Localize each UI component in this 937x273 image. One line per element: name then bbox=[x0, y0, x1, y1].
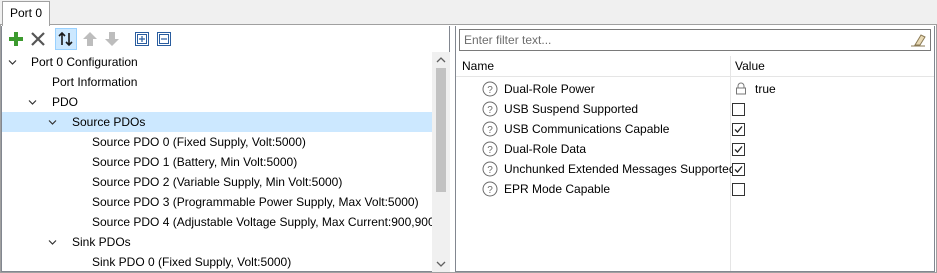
property-name: USB Communications Capable bbox=[504, 122, 670, 136]
column-header-value[interactable]: Value bbox=[735, 59, 765, 73]
filter-box bbox=[459, 29, 931, 51]
sort-button[interactable] bbox=[55, 28, 77, 50]
tree-item-sink-pdo-0[interactable]: Sink PDO 0 (Fixed Supply, Volt:5000) bbox=[2, 252, 432, 272]
checkmark-icon bbox=[734, 126, 743, 133]
property-name: EPR Mode Capable bbox=[504, 182, 611, 196]
svg-text:?: ? bbox=[487, 125, 493, 136]
help-icon[interactable]: ? bbox=[482, 141, 498, 157]
collapse-all-icon bbox=[157, 32, 171, 46]
tree-item-source-pdos[interactable]: Source PDOs bbox=[2, 112, 432, 132]
chevron-down-icon[interactable] bbox=[8, 58, 17, 67]
tree-item-label: Source PDO 4 (Adjustable Voltage Supply,… bbox=[92, 215, 432, 229]
property-row-unchunked-extended-messages[interactable]: ? Unchunked Extended Messages Supported bbox=[456, 159, 934, 179]
lock-icon bbox=[736, 82, 746, 95]
property-row-dual-role-power[interactable]: ? Dual-Role Power true bbox=[456, 79, 934, 99]
properties-pane: Name Value ? Dual-Role Power true ? USB … bbox=[455, 26, 935, 272]
property-name: Dual-Role Power bbox=[504, 82, 595, 96]
property-row-dual-role-data[interactable]: ? Dual-Role Data bbox=[456, 139, 934, 159]
checkbox-unchecked[interactable] bbox=[732, 103, 745, 116]
arrow-down-icon bbox=[105, 32, 119, 46]
property-row-usb-suspend-supported[interactable]: ? USB Suspend Supported bbox=[456, 99, 934, 119]
help-icon[interactable]: ? bbox=[482, 101, 498, 117]
help-icon[interactable]: ? bbox=[482, 161, 498, 177]
chevron-down-icon[interactable] bbox=[48, 238, 57, 247]
property-name: Unchunked Extended Messages Supported bbox=[504, 162, 736, 176]
sort-icon bbox=[58, 31, 73, 47]
tree-toolbar bbox=[2, 26, 451, 52]
property-name: Dual-Role Data bbox=[504, 142, 587, 156]
property-value-text: true bbox=[755, 82, 776, 96]
tree-item-source-pdo-0[interactable]: Source PDO 0 (Fixed Supply, Volt:5000) bbox=[2, 132, 432, 152]
properties-header: Name Value bbox=[456, 55, 934, 77]
tree-item-label: Port 0 Configuration bbox=[31, 55, 138, 69]
tree-item-pdo[interactable]: PDO bbox=[2, 92, 432, 112]
checkmark-icon bbox=[734, 166, 743, 173]
tree-item-label: PDO bbox=[52, 95, 79, 109]
svg-text:?: ? bbox=[487, 105, 493, 116]
svg-text:?: ? bbox=[487, 165, 493, 176]
expand-all-button[interactable] bbox=[131, 28, 153, 50]
expand-all-icon bbox=[135, 32, 149, 46]
checkbox-unchecked[interactable] bbox=[732, 183, 745, 196]
collapse-all-button[interactable] bbox=[153, 28, 175, 50]
config-tree: Port 0 Configuration Port Information PD… bbox=[2, 52, 432, 272]
plus-icon bbox=[9, 32, 23, 46]
tree-item-label: Port Information bbox=[52, 75, 138, 89]
tree-item-label: Source PDO 0 (Fixed Supply, Volt:5000) bbox=[92, 135, 306, 149]
checkbox-checked[interactable] bbox=[732, 143, 745, 156]
chevron-down-icon[interactable] bbox=[28, 98, 37, 107]
x-icon bbox=[31, 32, 45, 46]
tree-item-label: Source PDO 2 (Variable Supply, Min Volt:… bbox=[92, 175, 343, 189]
tab-strip: Port 0 bbox=[0, 0, 937, 26]
filter-input[interactable] bbox=[460, 30, 900, 50]
property-name: USB Suspend Supported bbox=[504, 102, 639, 116]
tab-label: Port 0 bbox=[9, 6, 42, 20]
svg-text:?: ? bbox=[487, 85, 493, 96]
tree-item-label: Sink PDOs bbox=[72, 235, 131, 249]
move-down-button[interactable] bbox=[101, 28, 123, 50]
tab-port-0[interactable]: Port 0 bbox=[2, 1, 50, 26]
svg-text:?: ? bbox=[487, 185, 493, 196]
tree-item-source-pdo-2[interactable]: Source PDO 2 (Variable Supply, Min Volt:… bbox=[2, 172, 432, 192]
chevron-down-icon[interactable] bbox=[48, 118, 57, 127]
tree-item-label: Source PDO 1 (Battery, Min Volt:5000) bbox=[92, 155, 298, 169]
delete-button[interactable] bbox=[27, 28, 49, 50]
checkbox-checked[interactable] bbox=[732, 163, 745, 176]
tree-scrollbar[interactable] bbox=[432, 52, 450, 272]
tree-pane: Port 0 Configuration Port Information PD… bbox=[1, 26, 450, 272]
help-icon[interactable]: ? bbox=[482, 81, 498, 97]
tree-item-label: Sink PDO 0 (Fixed Supply, Volt:5000) bbox=[92, 255, 292, 269]
tree-item-port-0-configuration[interactable]: Port 0 Configuration bbox=[2, 52, 432, 72]
checkmark-icon bbox=[734, 146, 743, 153]
property-row-epr-mode-capable[interactable]: ? EPR Mode Capable bbox=[456, 179, 934, 199]
add-button[interactable] bbox=[5, 28, 27, 50]
tree-item-source-pdo-1[interactable]: Source PDO 1 (Battery, Min Volt:5000) bbox=[2, 152, 432, 172]
help-icon[interactable]: ? bbox=[482, 181, 498, 197]
arrow-up-icon bbox=[83, 32, 97, 46]
tree-item-label: Source PDO 3 (Programmable Power Supply,… bbox=[92, 195, 419, 209]
column-header-name[interactable]: Name bbox=[462, 59, 494, 73]
tree-item-sink-pdos[interactable]: Sink PDOs bbox=[2, 232, 432, 252]
chevron-up-icon[interactable] bbox=[436, 55, 446, 65]
tree-item-label: Source PDOs bbox=[72, 115, 146, 129]
move-up-button[interactable] bbox=[79, 28, 101, 50]
chevron-down-icon[interactable] bbox=[436, 259, 446, 269]
tree-item-source-pdo-3[interactable]: Source PDO 3 (Programmable Power Supply,… bbox=[2, 192, 432, 212]
checkbox-checked[interactable] bbox=[732, 123, 745, 136]
svg-text:?: ? bbox=[487, 145, 493, 156]
scrollbar-thumb[interactable] bbox=[436, 68, 446, 192]
tree-item-port-information[interactable]: Port Information bbox=[2, 72, 432, 92]
property-row-usb-communications-capable[interactable]: ? USB Communications Capable bbox=[456, 119, 934, 139]
eraser-icon[interactable] bbox=[910, 33, 926, 47]
tree-item-source-pdo-4[interactable]: Source PDO 4 (Adjustable Voltage Supply,… bbox=[2, 212, 432, 232]
help-icon[interactable]: ? bbox=[482, 121, 498, 137]
